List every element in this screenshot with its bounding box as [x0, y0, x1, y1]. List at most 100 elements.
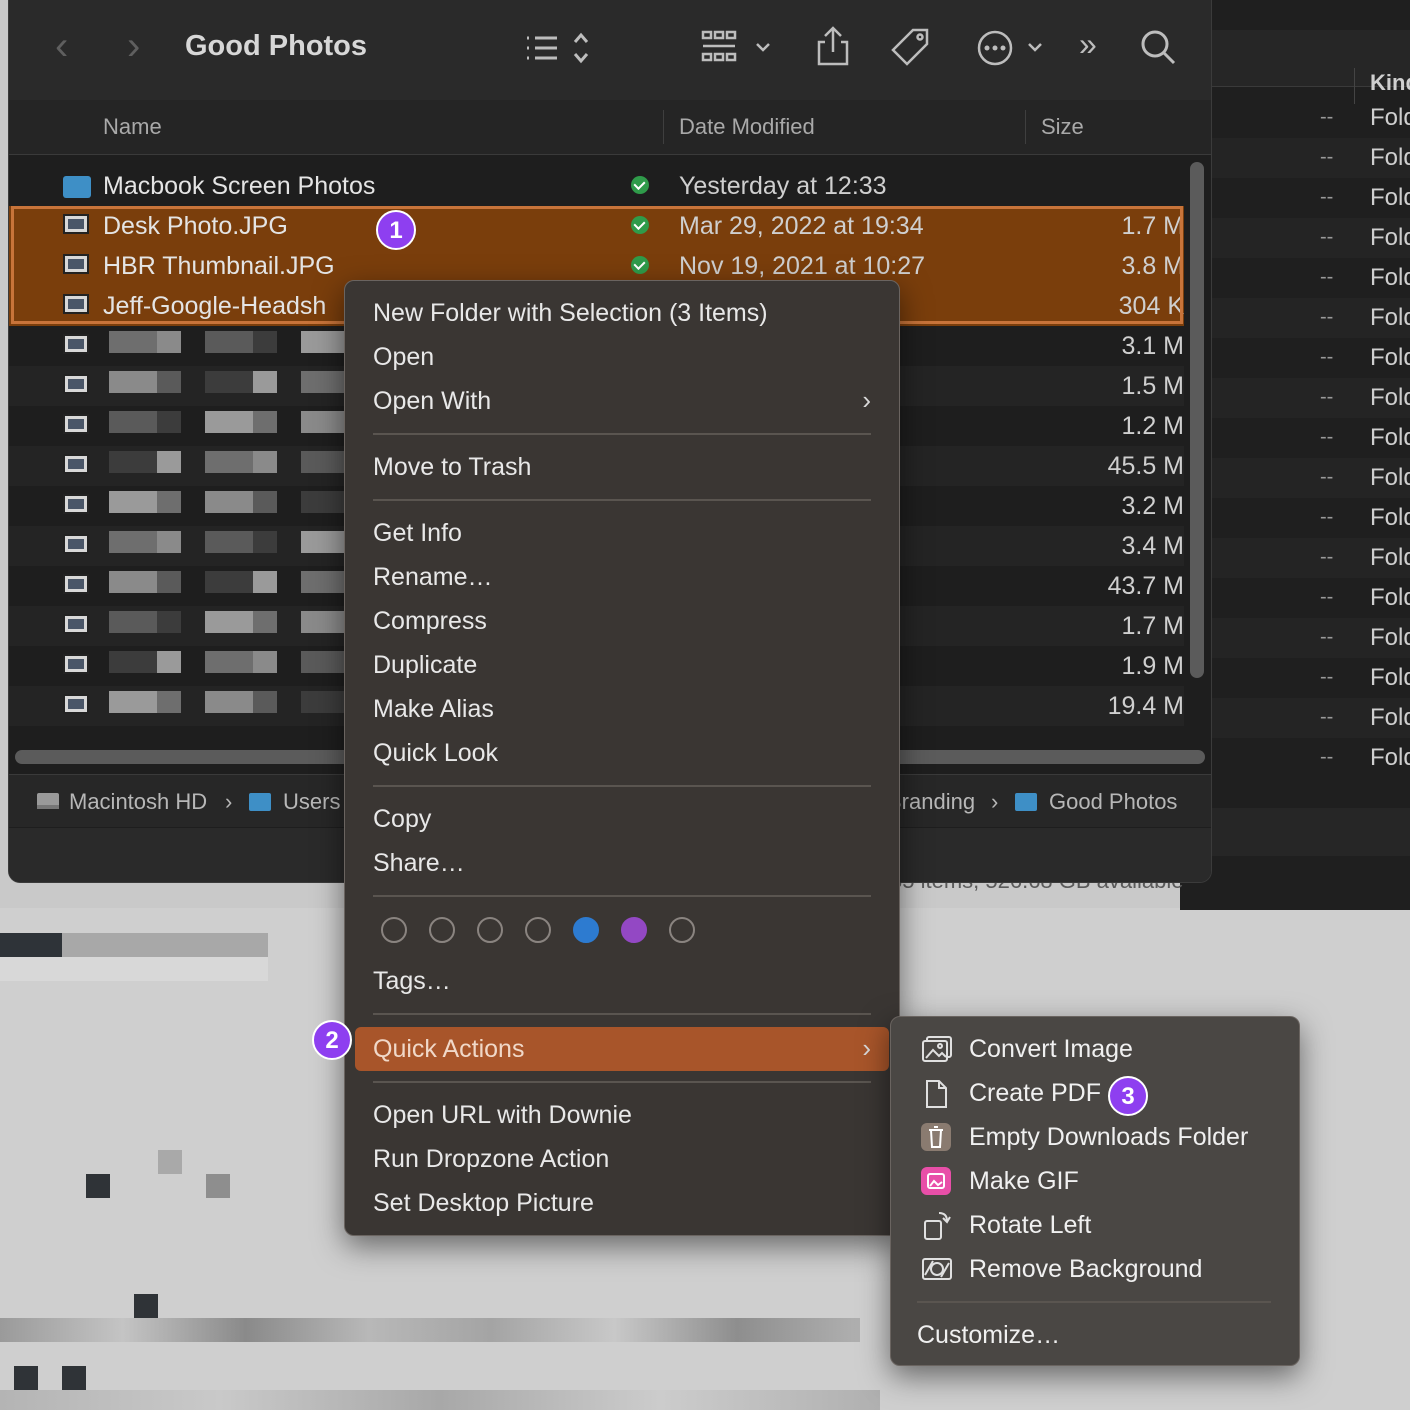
tag-color-circle[interactable] — [621, 917, 647, 943]
group-by-icon[interactable] — [699, 28, 779, 73]
folder-icon — [249, 793, 271, 811]
kind-column-header[interactable]: Kind — [1370, 70, 1410, 96]
redacted-block — [109, 451, 157, 473]
callout-badge-3: 3 — [1108, 1076, 1148, 1116]
forward-button[interactable]: › — [127, 24, 140, 69]
submenu-item-remove-background[interactable]: Remove Background — [969, 1255, 1202, 1284]
menu-item-new-folder-with-selection[interactable]: New Folder with Selection (3 Items) — [373, 299, 768, 328]
path-item-users[interactable]: Users — [283, 789, 340, 815]
file-name: Macbook Screen Photos — [103, 172, 376, 200]
kind-value: Fold — [1370, 464, 1410, 491]
background-column-header: Kind — [1180, 30, 1410, 104]
redacted-block — [109, 491, 157, 513]
menu-item-open-url-with-downie[interactable]: Open URL with Downie — [373, 1101, 632, 1130]
menu-item-share[interactable]: Share… — [373, 849, 465, 878]
menu-item-rename[interactable]: Rename… — [373, 563, 493, 592]
back-button[interactable]: ‹ — [55, 24, 68, 69]
image-file-icon — [63, 334, 89, 354]
image-file-icon — [63, 374, 89, 394]
kind-value: Fold — [1370, 304, 1410, 331]
redacted-block — [301, 491, 349, 513]
menu-item-get-info[interactable]: Get Info — [373, 519, 462, 548]
callout-badge-2: 2 — [312, 1020, 352, 1060]
menu-item-move-to-trash[interactable]: Move to Trash — [373, 453, 531, 482]
background-row: -- Fold — [1180, 138, 1410, 178]
submenu-item-make-gif[interactable]: Make GIF — [969, 1167, 1079, 1196]
tag-color-circle[interactable] — [477, 917, 503, 943]
path-separator-icon: › — [225, 789, 233, 814]
menu-item-copy[interactable]: Copy — [373, 805, 431, 834]
kind-value: Fold — [1370, 624, 1410, 651]
menu-item-run-dropzone-action[interactable]: Run Dropzone Action — [373, 1145, 609, 1174]
table-row[interactable]: Macbook Screen Photos Yesterday at 12:33 — [9, 166, 1184, 206]
background-row: -- Fold — [1180, 698, 1410, 738]
redacted-block — [109, 651, 157, 673]
size-placeholder: -- — [1320, 346, 1334, 368]
redacted-block — [253, 691, 277, 713]
sync-status-icon — [631, 216, 649, 234]
redacted-block — [205, 411, 253, 433]
tag-color-circle[interactable] — [573, 917, 599, 943]
list-view-icon[interactable] — [523, 30, 599, 75]
redacted-block — [109, 691, 157, 713]
search-icon[interactable] — [1139, 26, 1179, 75]
tag-color-circle[interactable] — [381, 917, 407, 943]
image-file-icon — [63, 574, 89, 594]
menu-item-open-with[interactable]: Open With — [373, 387, 491, 416]
menu-item-duplicate[interactable]: Duplicate — [373, 651, 477, 680]
name-column-header[interactable]: Name — [103, 114, 162, 140]
submenu-item-customize[interactable]: Customize… — [917, 1321, 1060, 1350]
submenu-item-empty-downloads-folder[interactable]: Empty Downloads Folder — [969, 1123, 1248, 1152]
menu-item-compress[interactable]: Compress — [373, 607, 487, 636]
file-size: 1.7 M — [1121, 612, 1184, 640]
more-actions-icon[interactable] — [975, 28, 1055, 73]
background-status-bar — [1180, 808, 1410, 856]
path-item-branding[interactable]: Branding — [887, 789, 975, 815]
overflow-chevron-icon[interactable]: » — [1079, 26, 1097, 63]
pixelated-block — [0, 1318, 860, 1342]
size-placeholder: -- — [1320, 586, 1334, 608]
tag-color-circle[interactable] — [669, 917, 695, 943]
submenu-item-rotate-left[interactable]: Rotate Left — [969, 1211, 1091, 1240]
redacted-block — [253, 531, 277, 553]
menu-item-make-alias[interactable]: Make Alias — [373, 695, 494, 724]
menu-item-quick-actions[interactable]: Quick Actions — [373, 1035, 524, 1064]
image-file-icon — [63, 454, 89, 474]
vertical-scrollbar[interactable] — [1190, 162, 1204, 678]
kind-value: Fold — [1370, 544, 1410, 571]
tag-color-circle[interactable] — [525, 917, 551, 943]
background-row: -- Fold — [1180, 418, 1410, 458]
table-row[interactable]: Desk Photo.JPG Mar 29, 2022 at 19:34 1.7 M — [9, 206, 1184, 246]
redacted-block — [301, 371, 349, 393]
redacted-block — [301, 411, 349, 433]
file-name: Desk Photo.JPG — [103, 212, 288, 240]
background-row: -- Fold — [1180, 378, 1410, 418]
sync-status-icon — [631, 256, 649, 274]
file-size: 19.4 M — [1107, 692, 1184, 720]
menu-item-tags[interactable]: Tags… — [373, 967, 451, 996]
submenu-item-create-pdf[interactable]: Create PDF — [969, 1079, 1101, 1108]
menu-item-open[interactable]: Open — [373, 343, 434, 372]
tag-color-circle[interactable] — [429, 917, 455, 943]
redacted-block — [205, 331, 253, 353]
kind-value: Fold — [1370, 744, 1410, 771]
pixelated-block — [206, 1174, 230, 1198]
redacted-block — [205, 371, 253, 393]
background-row: -- Fold — [1180, 98, 1410, 138]
tag-icon[interactable] — [889, 26, 933, 75]
trash-icon — [921, 1123, 951, 1151]
submenu-item-convert-image[interactable]: Convert Image — [969, 1035, 1133, 1064]
kind-value: Fold — [1370, 184, 1410, 211]
date-modified-column-header[interactable]: Date Modified — [679, 114, 815, 140]
size-column-header[interactable]: Size — [1041, 114, 1084, 140]
share-icon[interactable] — [813, 24, 853, 73]
pixelated-block — [0, 957, 268, 981]
image-file-icon — [63, 494, 89, 514]
path-item-macintosh-hd[interactable]: Macintosh HD — [69, 789, 207, 815]
menu-item-quick-look[interactable]: Quick Look — [373, 739, 498, 768]
path-item-good-photos[interactable]: Good Photos — [1049, 789, 1177, 815]
menu-item-set-desktop-picture[interactable]: Set Desktop Picture — [373, 1189, 594, 1218]
menu-separator — [373, 1013, 871, 1015]
size-placeholder: -- — [1320, 106, 1334, 128]
size-placeholder: -- — [1320, 306, 1334, 328]
